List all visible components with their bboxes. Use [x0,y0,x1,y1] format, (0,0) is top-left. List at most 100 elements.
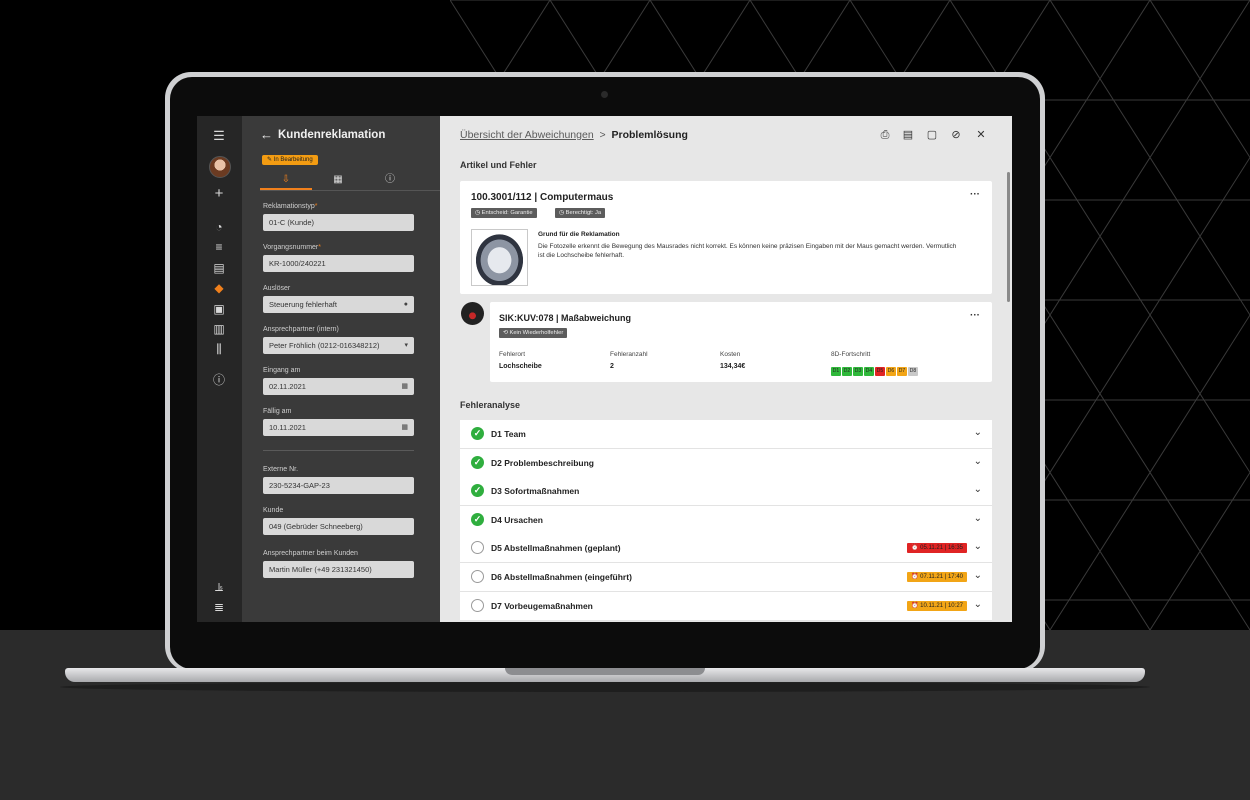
document-icon[interactable]: ▥ [211,322,227,336]
analysis-row[interactable]: ✓ D1 Team ⌄ [460,420,992,449]
alarm-icon: ⏰ [911,545,921,552]
back-arrow-icon[interactable]: ← [260,127,273,142]
check-icon: ✓ [471,484,484,498]
tab-download-icon[interactable]: ⇩ [260,174,312,190]
form-field[interactable]: Martin Müller (+49 231321450) [263,561,414,578]
defect-card: SIK:KUV:078 | Maßabweichung ··· ⟲ Kein W… [490,302,992,382]
icon-rail: ☰ + ◔ ≡ ▤ ◆ ▣ ▥ ⫼ ⓘ ⫡ ≣ [197,116,242,622]
scrollbar[interactable] [1007,172,1010,302]
field-value: Peter Fröhlich (0212-016348212) [269,341,380,350]
form-field[interactable]: Steuerung fehlerhaft ● [263,296,414,313]
field-label: Ansprechpartner beim Kunden [263,550,358,557]
chevron-down-icon[interactable]: ⌄ [974,513,982,524]
form-field[interactable]: 230-5234-GAP-23 [263,477,414,494]
field-label: Reklamationstyp* [263,203,317,210]
field-label-text: Reklamationstyp [263,203,315,210]
chevron-down-icon[interactable]: ⌄ [974,599,982,610]
chevron-down-icon[interactable]: ▾ [404,337,408,354]
app-screen: ☰ + ◔ ≡ ▤ ◆ ▣ ▥ ⫼ ⓘ ⫡ ≣ ← Kundenreklamat… [197,116,1012,622]
comment-icon[interactable]: ● [404,296,408,313]
database-icon[interactable]: ≣ [211,600,227,614]
row-label: D2 Problembeschreibung [491,457,594,468]
breadcrumb: Übersicht der Abweichungen > Problemlösu… [460,129,688,141]
repeat-chip-text: Kein Wiederholfehler [509,330,564,336]
reason-title: Grund für die Reklamation [538,231,620,238]
field-value: 01-C (Kunde) [269,218,315,227]
panel-title: Kundenreklamation [278,129,386,141]
panel-tabs: ⇩ ▦ ⓘ [260,174,440,191]
reason-text: Die Fotozelle erkennt die Bewegung des M… [538,243,957,259]
analysis-row[interactable]: ✓ D3 Sofortmaßnahmen ⌄ [460,477,992,507]
library-icon[interactable]: ⫼ [211,342,227,356]
field-label-text: Eingang am [263,367,301,374]
tab-info-icon[interactable]: ⓘ [364,174,416,188]
avatar[interactable] [209,156,231,178]
analysis-row[interactable]: D7 Vorbeugemaßnahmen ⏰ 10.11.21 | 10:27 ⌄ [460,591,992,621]
form-field[interactable]: 10.11.2021 ▦ [263,419,414,436]
section-article-title: Artikel und Fehler [460,160,537,170]
analysis-row[interactable]: D5 Abstellmaßnahmen (geplant) ⏰ 05.11.21 … [460,534,992,564]
form-field[interactable]: KR-1000/240221 [263,255,414,272]
progress-step: D2 [842,367,852,376]
field-label: Externe Nr. [263,466,298,473]
row-label: D4 Ursachen [491,514,543,525]
breadcrumb-parent-link[interactable]: Übersicht der Abweichungen [460,129,594,141]
fehlerort-label: Fehlerort [499,351,526,358]
calendar-icon[interactable]: ▦ [401,419,408,436]
field-value: 049 (Gebrüder Schneeberg) [269,522,363,531]
attachment-icon[interactable]: ⊘ [950,129,962,141]
empty-circle-icon [471,570,484,583]
form-panel: ← Kundenreklamation ✎ In Bearbeitung ⇩ ▦… [242,116,440,622]
article-title: 100.3001/112 | Computermaus [471,192,614,203]
close-icon[interactable]: ✕ [975,129,987,141]
required-marker: * [314,203,318,210]
plus-icon[interactable]: + [211,186,227,201]
kosten-label: Kosten [720,351,741,358]
field-label: Eingang am [263,367,300,374]
clipboard-icon[interactable]: ▤ [211,261,227,275]
field-value: Martin Müller (+49 231321450) [269,565,372,574]
progress-label: 8D-Fortschritt [831,351,871,358]
form-field[interactable]: 02.11.2021 ▦ [263,378,414,395]
note-icon[interactable]: ▢ [926,129,938,141]
calendar-icon[interactable]: ▦ [401,378,408,395]
analysis-row[interactable]: ✓ D2 Problembeschreibung ⌄ [460,448,992,478]
field-label-text: Externe Nr. [263,466,299,473]
form-field[interactable]: 01-C (Kunde) [263,214,414,231]
laptop-shadow [60,682,1150,692]
menu-icon[interactable]: ☰ [211,129,227,143]
analysis-row[interactable]: D6 Abstellmaßnahmen (eingeführt) ⏰ 07.11.… [460,563,992,592]
check-icon: ✓ [471,455,484,469]
status-badge: ✎ In Bearbeitung [262,155,318,165]
more-options-icon[interactable]: ··· [970,189,980,200]
chevron-down-icon[interactable]: ⌄ [974,541,982,552]
list-icon[interactable]: ≡ [211,240,227,254]
product-image [471,229,528,286]
chevron-down-icon[interactable]: ⌄ [974,484,982,495]
tab-calendar-icon[interactable]: ▦ [312,174,364,188]
progress-step: D1 [831,367,841,376]
divider [263,450,414,451]
analysis-row[interactable]: ✓ D4 Ursachen ⌄ [460,505,992,535]
field-label: Fällig am [263,408,291,415]
required-marker: * [318,244,321,251]
field-label: Auslöser [263,285,290,292]
info-icon[interactable]: ⓘ [211,373,227,387]
more-options-icon[interactable]: ··· [970,310,980,321]
print-icon[interactable]: ⎙ [879,129,891,141]
cube-icon[interactable]: ◆ [211,281,227,295]
form-field[interactable]: 049 (Gebrüder Schneeberg) [263,518,414,535]
form-field[interactable]: Peter Fröhlich (0212-016348212) ▾ [263,337,414,354]
row-label: D3 Sofortmaßnahmen [491,486,580,497]
field-label-text: Vorgangsnummer [263,244,319,251]
progress-step: D7 [897,367,907,376]
defect-avatar [461,302,484,325]
chevron-down-icon[interactable]: ⌄ [974,570,982,581]
clipboard-icon[interactable]: ▤ [902,129,914,141]
progress-step: D6 [886,367,896,376]
chevron-down-icon[interactable]: ⌄ [974,456,982,467]
chevron-down-icon[interactable]: ⌄ [974,427,982,438]
chart-icon[interactable]: ⫡ [211,580,227,594]
dashboard-icon[interactable]: ◔ [211,220,227,234]
checklist-icon[interactable]: ▣ [211,302,227,316]
